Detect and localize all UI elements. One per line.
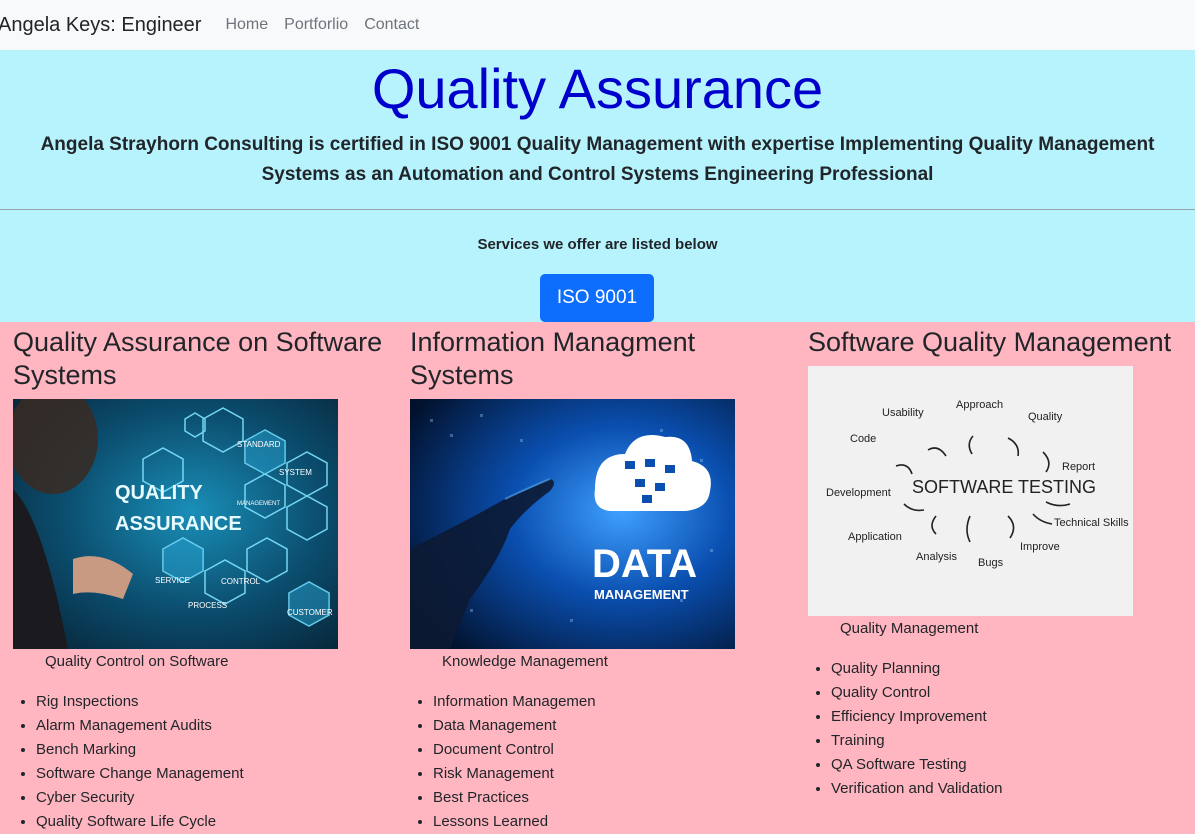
service-column-qa: Quality Assurance on Software Systems QU… bbox=[13, 322, 393, 834]
svg-text:Usability: Usability bbox=[882, 407, 924, 419]
services-text: Services we offer are listed below bbox=[477, 236, 718, 253]
column-caption: Quality Control on Software bbox=[45, 653, 229, 670]
svg-text:Improve: Improve bbox=[1020, 541, 1060, 553]
list-item: Efficiency Improvement bbox=[831, 705, 1188, 729]
svg-text:STANDARD: STANDARD bbox=[237, 440, 281, 449]
dm-image-text-1: DATA bbox=[592, 542, 697, 586]
column-title: Quality Assurance on Software Systems bbox=[13, 327, 383, 390]
service-list: Rig Inspections Alarm Management Audits … bbox=[13, 690, 393, 834]
list-item: Quality Planning bbox=[831, 657, 1188, 681]
column-caption: Quality Management bbox=[840, 620, 979, 637]
list-item: Verification and Validation bbox=[831, 777, 1188, 801]
service-column-info-mgmt: Information Managment Systems DATA MANAG… bbox=[410, 322, 790, 834]
service-list: Quality Planning Quality Control Efficie… bbox=[808, 657, 1188, 801]
list-item: QA Software Testing bbox=[831, 753, 1188, 777]
top-navbar: Angela Keys: Engineer Home Portforlio Co… bbox=[0, 0, 1195, 50]
list-item: Data Management bbox=[433, 714, 790, 738]
list-item: Information Managemen bbox=[433, 690, 790, 714]
brand-name[interactable]: Angela Keys: Engineer bbox=[0, 14, 201, 37]
svg-text:Development: Development bbox=[826, 487, 891, 499]
svg-text:PROCESS: PROCESS bbox=[188, 601, 227, 610]
list-item: Document Control bbox=[433, 738, 790, 762]
svg-text:Approach: Approach bbox=[956, 399, 1003, 411]
svg-text:Code: Code bbox=[850, 433, 876, 445]
hero-section: Quality Assurance Angela Strayhorn Consu… bbox=[0, 50, 1195, 322]
svg-text:Analysis: Analysis bbox=[916, 551, 957, 563]
dm-image-text-2: MANAGEMENT bbox=[594, 587, 689, 602]
svg-text:Technical Skills: Technical Skills bbox=[1054, 517, 1129, 529]
quality-assurance-image: QUALITY ASSURANCE STANDARD SYSTEM MANAGE… bbox=[13, 399, 338, 649]
svg-text:Quality: Quality bbox=[1028, 411, 1063, 423]
list-item: Software Change Management bbox=[36, 762, 393, 786]
svg-text:SYSTEM: SYSTEM bbox=[279, 468, 312, 477]
page-title: Quality Assurance bbox=[371, 57, 824, 120]
iso-9001-button[interactable]: ISO 9001 bbox=[540, 274, 654, 322]
svg-text:Application: Application bbox=[848, 531, 902, 543]
svg-text:Report: Report bbox=[1062, 461, 1095, 473]
hero-subtitle: Angela Strayhorn Consulting is certified… bbox=[40, 134, 1155, 185]
nav-link-home[interactable]: Home bbox=[225, 16, 268, 34]
svg-text:MANAGEMENT: MANAGEMENT bbox=[237, 501, 280, 507]
service-column-software-quality: Software Quality Management SOFTWARE TES… bbox=[808, 322, 1188, 801]
software-testing-image: SOFTWARE TESTING Usability Approach Qual… bbox=[808, 366, 1133, 616]
list-item: Quality Software Life Cycle bbox=[36, 810, 393, 834]
column-title: Information Managment Systems bbox=[410, 327, 696, 390]
list-item: Best Practices bbox=[433, 786, 790, 810]
data-management-image: DATA MANAGEMENT bbox=[410, 399, 735, 649]
list-item: Training bbox=[831, 729, 1188, 753]
svg-text:SERVICE: SERVICE bbox=[155, 576, 190, 585]
st-image-center: SOFTWARE TESTING bbox=[912, 477, 1096, 497]
list-item: Lessons Learned bbox=[433, 810, 790, 834]
service-list: Information Managemen Data Management Do… bbox=[410, 690, 790, 834]
list-item: Quality Control bbox=[831, 681, 1188, 705]
qa-image-text-2: ASSURANCE bbox=[115, 513, 242, 535]
list-item: Rig Inspections bbox=[36, 690, 393, 714]
svg-text:CONTROL: CONTROL bbox=[221, 577, 261, 586]
hero-divider bbox=[0, 209, 1195, 210]
qa-image-text-1: QUALITY bbox=[115, 482, 203, 504]
svg-text:CUSTOMER: CUSTOMER bbox=[287, 608, 333, 617]
svg-text:Bugs: Bugs bbox=[978, 557, 1004, 569]
list-item: Risk Management bbox=[433, 762, 790, 786]
list-item: Cyber Security bbox=[36, 786, 393, 810]
services-section: Quality Assurance on Software Systems QU… bbox=[0, 322, 1195, 834]
list-item: Alarm Management Audits bbox=[36, 714, 393, 738]
nav-link-portfolio[interactable]: Portforlio bbox=[284, 16, 348, 34]
column-title: Software Quality Management bbox=[808, 327, 1172, 357]
column-caption: Knowledge Management bbox=[442, 653, 608, 670]
nav-link-contact[interactable]: Contact bbox=[364, 16, 419, 34]
list-item: Bench Marking bbox=[36, 738, 393, 762]
